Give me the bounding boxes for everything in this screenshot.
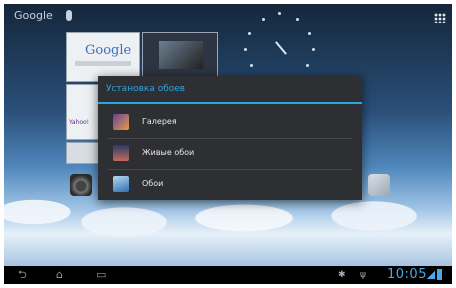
- option-gallery[interactable]: Галерея: [98, 108, 362, 138]
- battery-icon: [437, 269, 442, 280]
- wallpaper-icon: [113, 176, 129, 192]
- dialog-title: Установка обоев: [106, 84, 186, 94]
- android-debug-icon: ✱: [338, 270, 346, 280]
- option-label: Галерея: [142, 117, 177, 126]
- system-bar: ⮌ ⌂ ▭ ✱ ψ 10:05: [4, 266, 452, 284]
- set-wallpaper-dialog: Установка обоев Галерея Живые обои Обои: [98, 76, 362, 200]
- google-logo: Google: [85, 43, 132, 58]
- play-store-app-icon[interactable]: [368, 174, 390, 196]
- google-search-label[interactable]: Google: [14, 9, 53, 22]
- home-screen: Google Google Yahoo! Установка обоев Гал…: [4, 4, 452, 284]
- signal-icon: [427, 271, 435, 279]
- search-bar[interactable]: Google: [4, 4, 452, 30]
- mic-icon[interactable]: [66, 10, 72, 21]
- photo-thumb: [159, 41, 203, 69]
- all-apps-icon[interactable]: [434, 13, 446, 23]
- clock-hand: [275, 41, 287, 55]
- yahoo-label: Yahoo!: [69, 119, 90, 126]
- analog-clock-widget[interactable]: [244, 12, 315, 82]
- option-live-wallpapers[interactable]: Живые обои: [98, 139, 362, 169]
- title-divider: [98, 102, 362, 104]
- recent-apps-icon[interactable]: ▭: [96, 269, 106, 281]
- gallery-widget-thumbnail[interactable]: [142, 32, 218, 82]
- home-icon[interactable]: ⌂: [56, 269, 63, 281]
- browser-widget-thumbnail[interactable]: Google: [66, 32, 140, 82]
- option-wallpapers[interactable]: Обои: [98, 170, 362, 200]
- gallery-icon: [113, 114, 129, 130]
- option-label: Живые обои: [142, 148, 195, 157]
- search-field-thumb: [75, 61, 131, 66]
- live-wallpaper-icon: [113, 145, 129, 161]
- usb-icon: ψ: [360, 270, 366, 280]
- back-icon[interactable]: ⮌: [18, 269, 27, 281]
- option-label: Обои: [142, 179, 164, 188]
- status-time[interactable]: 10:05: [387, 267, 427, 282]
- camera-app-icon[interactable]: [70, 174, 92, 196]
